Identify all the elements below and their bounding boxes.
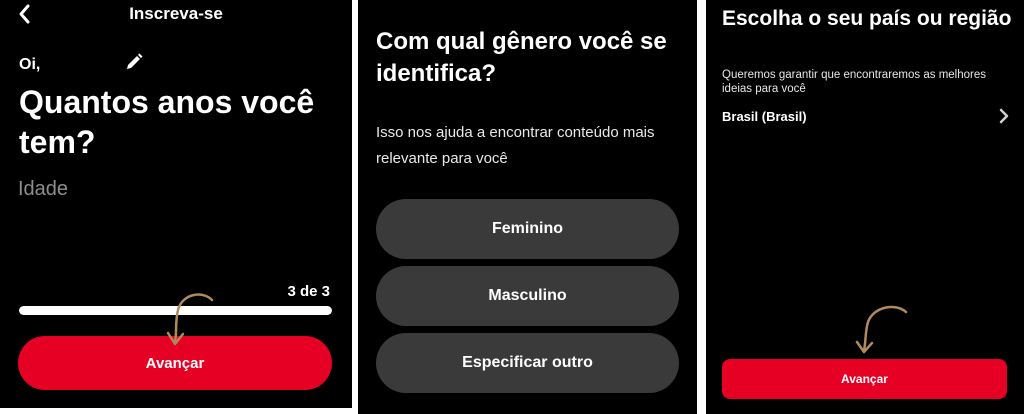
- next-button[interactable]: Avançar: [18, 336, 332, 390]
- pencil-icon: [127, 53, 143, 69]
- age-screen: Inscreva-se Oi, Quantos anos você tem? 3…: [0, 0, 352, 408]
- country-description: Queremos garantir que encontraremos as m…: [722, 69, 986, 95]
- country-selector[interactable]: Brasil (Brasil): [722, 106, 1012, 128]
- age-input[interactable]: [18, 175, 318, 203]
- progress-bar-fill: [19, 306, 332, 315]
- edit-name-button[interactable]: [124, 52, 144, 72]
- header-title: Inscreva-se: [129, 4, 223, 23]
- composite-screenshot: Inscreva-se Oi, Quantos anos você tem? 3…: [0, 0, 1024, 414]
- age-question: Quantos anos você tem?: [19, 84, 315, 160]
- progress-bar: [19, 306, 332, 315]
- next-button[interactable]: Avançar: [722, 359, 1007, 399]
- step-indicator: 3 de 3: [287, 283, 330, 300]
- chevron-right-icon: [999, 108, 1009, 124]
- curved-arrow-icon: [855, 305, 908, 354]
- gender-description: Isso nos ajuda a encontrar conteúdo mais…: [376, 124, 655, 167]
- greeting-text: Oi,: [19, 56, 41, 73]
- country-screen: Escolha o seu país ou região Queremos ga…: [706, 0, 1024, 414]
- gender-question: Com qual gênero você se identifica?: [376, 28, 667, 87]
- country-value: Brasil (Brasil): [722, 109, 807, 124]
- option-feminino-button[interactable]: Feminino: [376, 199, 679, 259]
- option-other-button[interactable]: Especificar outro: [376, 333, 679, 393]
- gender-screen: Com qual gênero você se identifica? Isso…: [358, 0, 697, 414]
- option-masculino-button[interactable]: Masculino: [376, 266, 679, 326]
- country-question: Escolha o seu país ou região: [722, 7, 1012, 30]
